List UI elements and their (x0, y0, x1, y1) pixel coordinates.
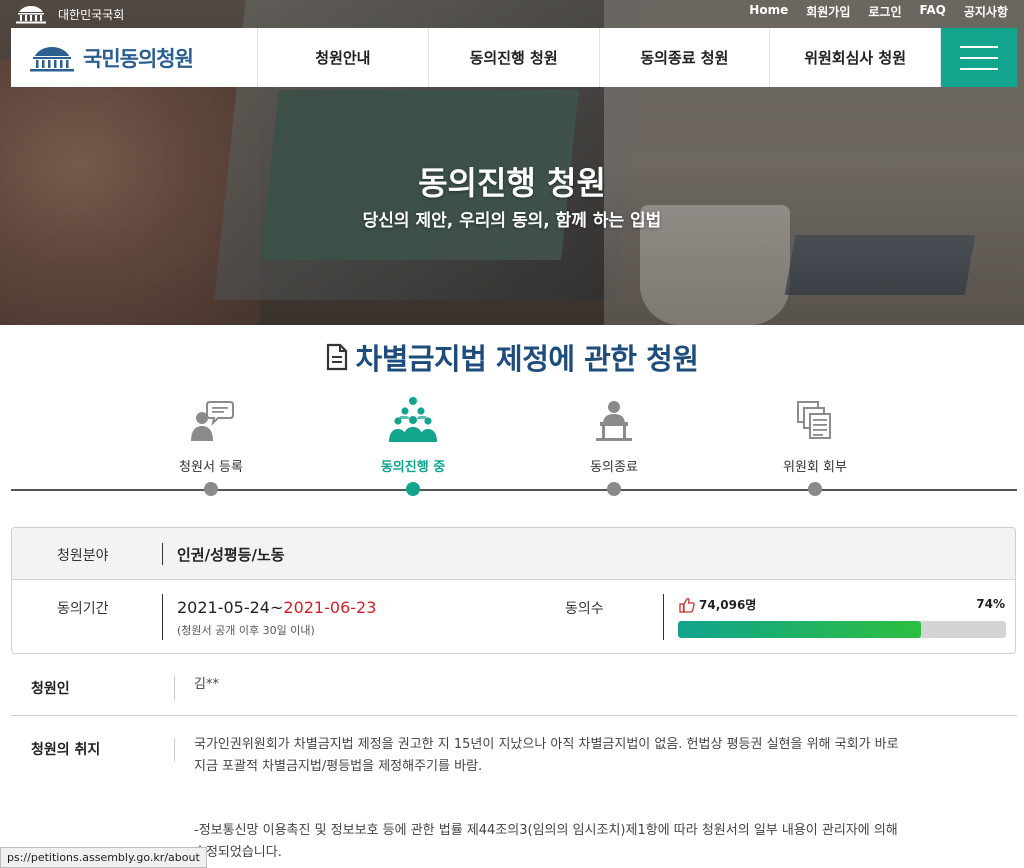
purpose-text: 국가인권위원회가 차별금지법 제정을 권고한 지 15년이 지났으나 아직 차별… (194, 734, 994, 778)
assembly-building-icon (16, 6, 46, 24)
period-row: 동의기간 2021-05-24~2021-06-23 (청원서 공개 이후 30… (12, 580, 1015, 653)
petition-title: 차별금지법 제정에 관한 청원 (0, 336, 1024, 378)
agree-count: 74,096명 (679, 596, 756, 613)
document-icon (326, 343, 347, 371)
section-divider (11, 715, 1017, 716)
logo-text: 국민동의청원 (83, 46, 194, 71)
main-nav: 국민동의청원 청원안내 동의진행 청원 동의종료 청원 위원회심사 청원 (11, 28, 1017, 87)
faq-link[interactable]: FAQ (920, 3, 946, 20)
period-label: 동의기간 (57, 601, 109, 617)
signup-link[interactable]: 회원가입 (806, 3, 850, 20)
category-value: 인권/성평등/노동 (177, 546, 285, 564)
document-stack-icon (797, 401, 831, 439)
petition-title-text: 차별금지법 제정에 관한 청원 (355, 342, 699, 376)
step-registration: 청원서 등록 (141, 390, 281, 496)
group-people-icon (389, 397, 437, 442)
divider (174, 676, 175, 700)
step-ongoing: 동의진행 중 (343, 390, 483, 496)
hamburger-line (960, 56, 998, 59)
purpose-label: 청원의 취지 (31, 742, 101, 758)
step-closed: 동의종료 (544, 390, 684, 496)
category-row: 청원분야 인권/성평등/노동 (12, 528, 1015, 580)
agree-count-value: 74,096명 (699, 598, 757, 612)
utility-links: Home 회원가입 로그인 FAQ 공지사항 (749, 3, 1008, 20)
petitioner-value: 김** (194, 677, 219, 692)
assembly-link[interactable]: 대한민국국회 (14, 4, 124, 24)
divider (663, 594, 664, 640)
step-committee: 위원회 회부 (745, 390, 885, 496)
step-label: 동의종료 (590, 460, 638, 475)
notice-line: -정보통신망 이용촉진 및 정보보호 등에 관한 법률 제44조의3(임의의 임… (194, 823, 898, 838)
hamburger-menu-button[interactable] (941, 28, 1017, 87)
utility-bar: 대한민국국회 Home 회원가입 로그인 FAQ 공지사항 (0, 0, 1024, 28)
progress-steps: 청원서 등록 동의진행 중 동의종료 위원회 회부 (11, 390, 1017, 500)
divider (162, 543, 163, 565)
menu-ongoing-petitions[interactable]: 동의진행 청원 (429, 28, 600, 87)
step-dot (808, 482, 822, 496)
step-label: 청원서 등록 (179, 460, 243, 475)
main-menu: 청원안내 동의진행 청원 동의종료 청원 위원회심사 청원 (258, 28, 941, 87)
login-link[interactable]: 로그인 (868, 3, 901, 20)
notice-line: 수정되었습니다. (194, 845, 282, 860)
site-logo[interactable]: 국민동의청원 (11, 28, 258, 87)
menu-petition-guide[interactable]: 청원안내 (258, 28, 429, 87)
menu-closed-petitions[interactable]: 동의종료 청원 (600, 28, 771, 87)
assembly-name: 대한민국국회 (58, 7, 125, 22)
purpose-line: 국가인권위원회가 차별금지법 제정을 권고한 지 15년이 지났으나 아직 차별… (194, 737, 899, 752)
home-link[interactable]: Home (749, 3, 788, 20)
step-dot (607, 482, 621, 496)
purpose-line: 지금 포괄적 차별금지법/평등법을 제정해주기를 바람. (194, 759, 483, 774)
agree-progress-bar (678, 621, 1006, 638)
hero-title: 동의진행 청원 (418, 164, 606, 202)
menu-committee-petitions[interactable]: 위원회심사 청원 (770, 28, 941, 87)
period-value: 2021-05-24~2021-06-23 (177, 598, 376, 617)
period-start: 2021-05-24~ (177, 598, 284, 617)
category-label: 청원분야 (57, 548, 109, 564)
divider (162, 594, 163, 640)
hero-subtitle: 당신의 제안, 우리의 동의, 함께 하는 입법 (362, 211, 662, 231)
petitioner-section: 청원인 김** (11, 668, 1017, 715)
podium-person-icon (596, 401, 632, 441)
purpose-notice: -정보통신망 이용촉진 및 정보보호 등에 관한 법률 제44조의3(임의의 임… (194, 820, 994, 864)
petitioner-label: 청원인 (31, 681, 70, 697)
hamburger-line (960, 67, 998, 70)
agree-percent: 74% (976, 597, 1005, 611)
step-label: 동의진행 중 (380, 460, 446, 475)
steps-line (11, 489, 1017, 491)
divider (174, 738, 175, 762)
browser-status-bar: ps://petitions.assembly.go.kr/about (0, 847, 207, 868)
speech-person-icon (191, 401, 234, 441)
hamburger-line (960, 45, 998, 48)
step-label: 위원회 회부 (783, 460, 847, 475)
petition-info-box: 청원분야 인권/성평등/노동 동의기간 2021-05-24~2021-06-2… (11, 527, 1016, 654)
notice-link[interactable]: 공지사항 (964, 3, 1008, 20)
agree-label: 동의수 (565, 601, 604, 617)
step-dot (406, 482, 420, 496)
thumbs-up-icon (679, 597, 695, 613)
period-end: 2021-06-23 (283, 598, 377, 617)
step-dot (204, 482, 218, 496)
period-note: (청원서 공개 이후 30일 이내) (177, 624, 315, 637)
logo-building-icon (30, 46, 74, 71)
agree-progress-fill (678, 621, 921, 638)
